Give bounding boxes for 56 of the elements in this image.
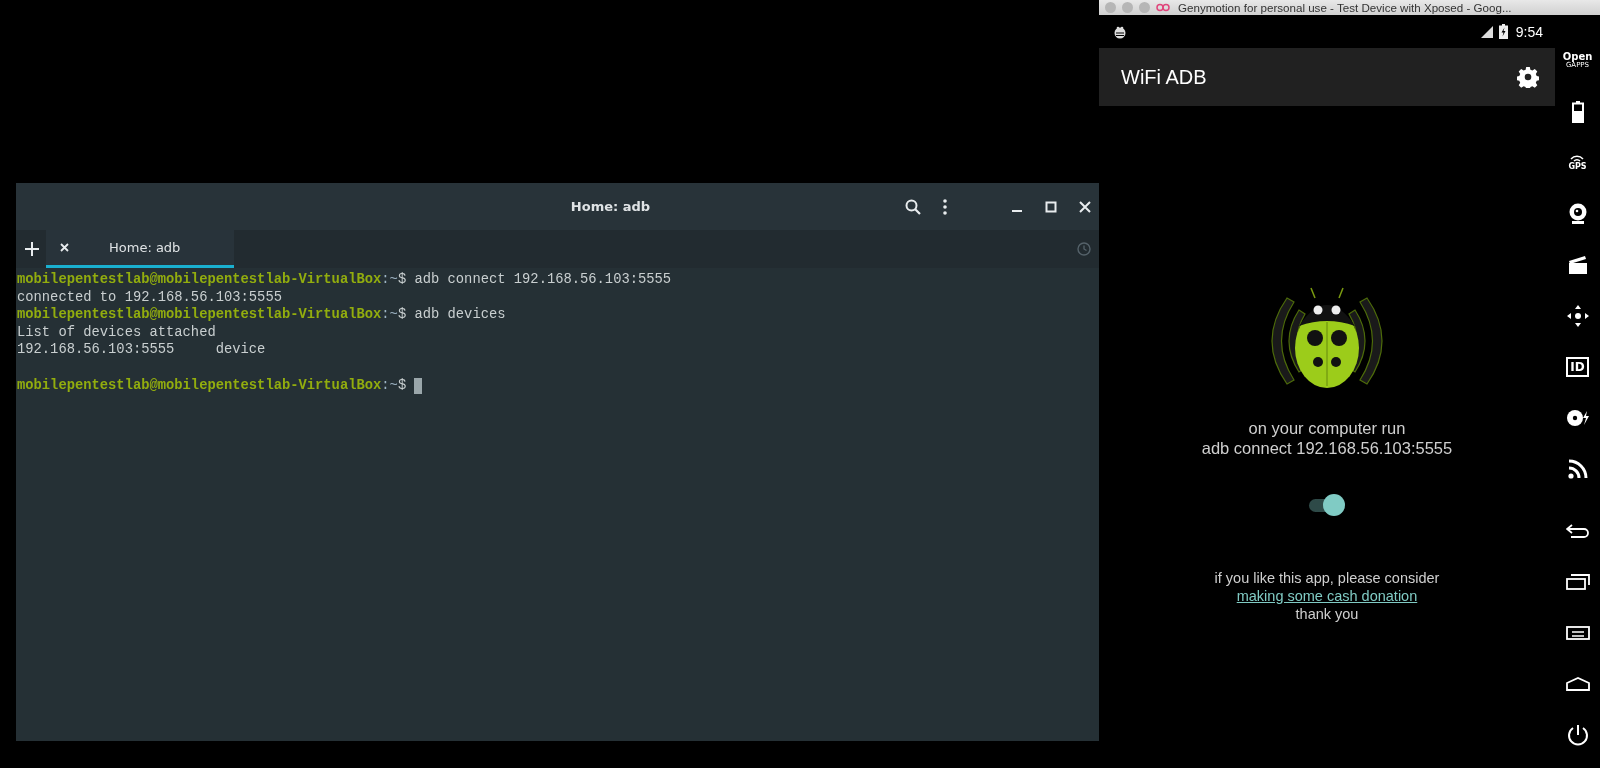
instruction-text: adb connect 192.168.56.103:5555 [1201,438,1453,458]
prompt-user: mobilepentestlab@mobilepentestlab-VirtualBox [17,272,382,287]
clock-icon [1077,242,1091,256]
search-icon[interactable] [905,198,921,215]
prompt-user: mobilepentestlab@mobilepentestlab-VirtualBox [17,307,382,323]
terminal-tab[interactable]: Home: adb [46,230,234,268]
gps-label: GPS [1568,162,1587,171]
output-text: connected to 192.168.56.103:5555 [17,289,282,305]
toggle-switch[interactable] [1307,493,1347,517]
gps-button[interactable]: GPS [1568,154,1587,171]
prompt-symbol: $ [397,307,407,323]
status-time: 9:54 [1515,23,1543,40]
signal-waves-icon[interactable] [1567,458,1588,479]
bug-icon [1113,24,1127,39]
recent-apps-icon[interactable] [1565,573,1590,590]
signal-icon [1480,25,1493,38]
command-text: adb connect 192.168.56.103:5555 [414,272,672,287]
output-text: 192.168.56.103:5555 device [17,342,266,358]
app-title: WiFi ADB [1121,65,1208,89]
prompt-path: :~ [381,307,398,323]
window-title: Home: adb [569,199,652,214]
power-icon[interactable] [1566,723,1589,746]
back-icon[interactable] [1565,523,1590,538]
webcam-icon[interactable] [1567,202,1588,225]
prompt-user: mobilepentestlab@mobilepentestlab-VirtualBox [17,377,382,393]
prompt-symbol: $ [397,377,407,393]
instruction-text: on your computer run [1248,418,1406,438]
window-control-dot[interactable] [1139,2,1150,13]
donation-link[interactable]: making some cash donation [1236,587,1418,605]
close-icon[interactable] [1079,200,1091,213]
prompt-path: :~ [381,377,398,393]
gapps-logo-text: Open [1562,51,1593,61]
thanks-text: thank you [1295,605,1359,623]
new-tab-icon[interactable] [25,242,39,256]
maximize-icon[interactable] [1045,200,1057,213]
menu-icon[interactable] [1565,625,1590,640]
device-id-button[interactable]: ID [1566,356,1589,377]
wifi-waves-icon [1570,154,1585,162]
window-control-dot[interactable] [1122,2,1133,13]
directional-pad-icon[interactable] [1566,304,1589,327]
kebab-menu-icon[interactable] [943,198,947,215]
battery-icon[interactable] [1571,100,1584,123]
output-text: List of devices attached [17,324,216,340]
prompt-symbol: $ [397,272,407,287]
clapperboard-icon[interactable] [1567,254,1588,275]
battery-charging-icon [1498,24,1508,39]
donation-text: if you like this app, please consider [1214,569,1440,587]
close-icon[interactable] [60,243,69,252]
prompt-path: :~ [381,272,398,287]
disk-icon[interactable] [1566,408,1589,427]
command-text: adb devices [414,307,506,323]
home-icon[interactable] [1565,676,1590,691]
window-control-dot[interactable] [1105,2,1116,13]
app-logo-icon [1156,3,1170,12]
window-title: Genymotion for personal use - Test Device with Xposed - Goog... [1178,1,1512,14]
settings-icon[interactable] [1517,66,1539,88]
